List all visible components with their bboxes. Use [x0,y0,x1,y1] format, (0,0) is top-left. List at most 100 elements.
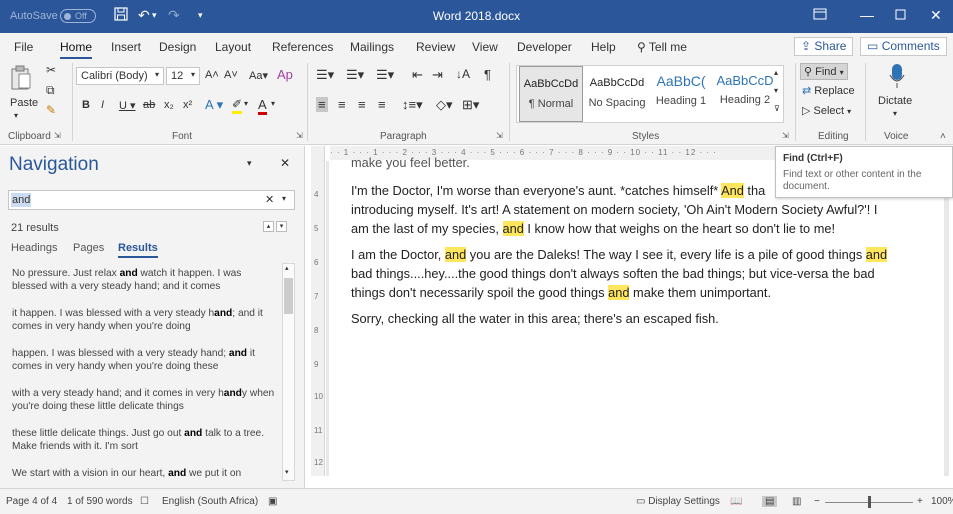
search-result[interactable]: No pressure. Just relax and watch it hap… [12,267,277,293]
align-left-icon[interactable]: ≡ [316,97,328,112]
page-count[interactable]: Page 4 of 4 [6,496,57,507]
document-line[interactable]: introducing myself. It's art! A statemen… [351,200,921,219]
text-effects-icon[interactable]: A ▾ [205,97,223,113]
pane-options-icon[interactable]: ▾ [247,158,252,169]
search-result[interactable]: with a very steady hand; and it comes in… [12,387,277,413]
superscript-icon[interactable]: x² [183,99,192,111]
scrollbar-thumb[interactable] [284,278,293,314]
next-result-icon[interactable]: ▾ [276,221,287,232]
style-heading-2[interactable]: AaBbCcD Heading 2 [713,66,777,122]
styles-more-icon[interactable]: ⊽ [774,104,780,113]
search-result[interactable]: happen. I was blessed with a very steady… [12,347,277,373]
shading-icon[interactable]: ◇▾ [436,97,453,113]
web-layout-icon[interactable]: ▥ [792,496,801,507]
search-options-icon[interactable]: ▾ [282,194,286,203]
tab-design[interactable]: Design [159,40,196,54]
tab-help[interactable]: Help [591,40,616,54]
tab-layout[interactable]: Layout [215,40,251,54]
language-indicator[interactable]: English (South Africa) [162,496,258,507]
dictate-button[interactable]: Dictate [878,95,912,107]
style-normal[interactable]: AaBbCcDd ¶ Normal [519,66,583,122]
vertical-ruler[interactable]: 4 5 6 7 8 9 10 11 12 [311,146,325,476]
close-window-icon[interactable]: ✕ [930,7,942,24]
font-name-dropdown-icon[interactable]: ▾ [155,70,159,79]
tab-developer[interactable]: Developer [517,40,572,54]
align-right-icon[interactable]: ≡ [358,97,366,112]
minimize-icon[interactable]: — [860,7,874,23]
font-launcher-icon[interactable]: ⇲ [296,131,303,140]
zoom-slider-thumb[interactable] [868,496,871,508]
borders-icon[interactable]: ⊞▾ [462,97,479,113]
increase-indent-icon[interactable]: ⇥ [432,67,443,83]
paragraph-launcher-icon[interactable]: ⇲ [496,131,503,140]
highlight-dropdown-icon[interactable]: ▾ [244,99,248,108]
zoom-level[interactable]: 100% [931,496,953,507]
shrink-font-icon[interactable]: A˅ [224,69,238,81]
font-size-dropdown-icon[interactable]: ▾ [191,70,195,79]
share-button[interactable]: ⇪ Share [794,37,854,56]
tab-insert[interactable]: Insert [111,40,141,54]
bullets-icon[interactable]: ☰▾ [316,67,334,83]
ribbon-display-options-icon[interactable] [813,7,827,23]
style-heading-1[interactable]: AaBbC( Heading 1 [649,66,713,122]
read-mode-icon[interactable]: 📖 [730,496,742,507]
tell-me-search[interactable]: ⚲ Tell me [637,40,687,54]
numbering-icon[interactable]: ☰▾ [346,67,364,83]
scroll-down-icon[interactable]: ▾ [285,468,289,476]
underline-icon[interactable]: U ▾ [119,99,136,112]
zoom-out-icon[interactable]: − [814,496,820,507]
close-pane-icon[interactable]: ✕ [280,156,290,170]
italic-icon[interactable]: I [101,99,104,111]
decrease-indent-icon[interactable]: ⇤ [412,67,423,83]
paste-button[interactable]: Paste [10,97,38,109]
strikethrough-icon[interactable]: ab [143,99,155,111]
macro-record-icon[interactable]: ▣ [268,496,277,507]
font-color-icon[interactable]: A [258,97,267,115]
font-color-dropdown-icon[interactable]: ▾ [271,99,275,108]
clipboard-launcher-icon[interactable]: ⇲ [54,131,61,140]
proofing-icon[interactable]: ☐ [140,496,149,507]
replace-button[interactable]: ⇄ Replace [802,84,855,97]
find-button[interactable]: ⚲ Find ▾ [800,63,848,80]
tab-mailings[interactable]: Mailings [350,40,394,54]
nav-tab-results[interactable]: Results [118,242,158,258]
search-result[interactable]: it happen. I was blessed with a very ste… [12,307,277,333]
styles-launcher-icon[interactable]: ⇲ [782,131,789,140]
cut-icon[interactable]: ✂ [46,63,56,77]
grow-font-icon[interactable]: A˄ [205,69,219,81]
microphone-icon[interactable] [888,63,906,92]
document-line[interactable]: I am the Doctor, and you are the Daleks!… [351,245,921,264]
styles-scroll-down-icon[interactable]: ▾ [774,86,778,95]
format-painter-icon[interactable]: ✎ [46,103,56,117]
align-center-icon[interactable]: ≡ [338,97,346,112]
scroll-up-icon[interactable]: ▴ [285,264,289,272]
sort-icon[interactable]: ↓A [456,67,470,81]
justify-icon[interactable]: ≡ [378,97,386,112]
nav-tab-headings[interactable]: Headings [11,242,57,254]
select-button[interactable]: ▷ Select ▾ [802,104,851,117]
document-line[interactable]: am the last of my species, and I know ho… [351,219,921,238]
collapse-ribbon-icon[interactable]: ˄ [940,131,946,142]
search-result[interactable]: We start with a vision in our heart, and… [12,467,277,480]
previous-result-icon[interactable]: ▴ [263,221,274,232]
bold-icon[interactable]: B [82,99,90,111]
style-no-spacing[interactable]: AaBbCcDd No Spacing [585,66,649,122]
tab-view[interactable]: View [472,40,498,54]
document-canvas[interactable]: make you feel better. I'm the Doctor, I'… [326,155,949,476]
search-result[interactable]: these little delicate things. Just go ou… [12,427,277,453]
tab-home[interactable]: Home [60,40,93,59]
highlight-color-icon[interactable]: ✐ [232,97,243,114]
document-line[interactable]: Sorry, checking all the water in this ar… [351,309,921,328]
font-name-box[interactable]: Calibri (Body) [76,67,164,85]
show-formatting-icon[interactable]: ¶ [484,67,491,82]
nav-tab-pages[interactable]: Pages [73,242,104,254]
line-spacing-icon[interactable]: ↕≡▾ [402,97,423,113]
document-line[interactable]: bad things....hey....the good things don… [351,264,921,283]
multilevel-list-icon[interactable]: ☰▾ [376,67,394,83]
styles-scroll-up-icon[interactable]: ▴ [774,68,778,77]
zoom-in-icon[interactable]: + [917,496,923,507]
maximize-icon[interactable] [895,7,906,23]
comments-button[interactable]: ▭ Comments [860,37,947,56]
tab-references[interactable]: References [272,40,333,54]
document-page[interactable]: make you feel better. I'm the Doctor, I'… [329,155,944,476]
